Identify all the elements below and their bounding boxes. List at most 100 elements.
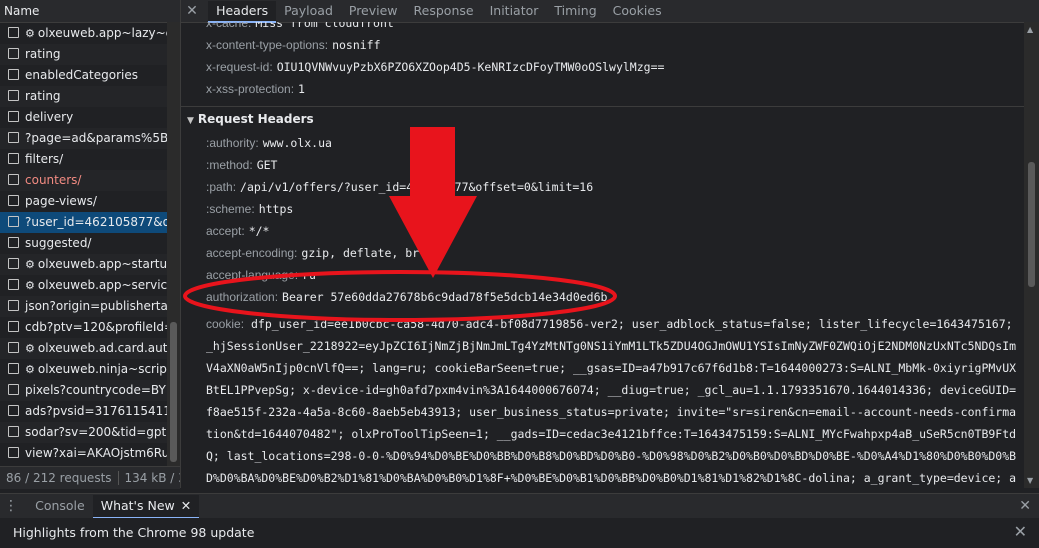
close-icon[interactable]: ✕ [181,0,203,22]
row-checkbox-icon [8,405,19,416]
request-row[interactable]: suggested/ [0,233,180,254]
tab-cookies[interactable]: Cookies [605,0,670,22]
row-checkbox-icon [8,300,19,311]
request-name: counters/ [25,173,82,187]
request-name: olxeuweb.app~serviceW [37,278,180,292]
request-row[interactable]: rating [0,86,180,107]
header-value: /api/v1/offers/?user_id=462105877&offset… [240,180,594,194]
header-row: :authority: www.olx.ua [206,132,1014,154]
whats-new-panel: Highlights from the Chrome 98 update ✕ [0,518,1039,548]
scrollbar-thumb[interactable] [1028,162,1035,287]
request-name: ?user_id=462105877&offs [25,215,180,229]
row-checkbox-icon [8,342,19,353]
headers-content: x-cache: Miss from cloudfront x-content-ty… [181,22,1024,488]
request-name: ads?pvsid=317611541149 [25,404,180,418]
tab-whats-new[interactable]: What's New ✕ [92,495,200,519]
header-name: :method: [206,158,253,172]
headers-scrollbar[interactable]: ▲ ▼ [1024,22,1039,488]
tab-payload[interactable]: Payload [276,0,341,22]
tab-timing[interactable]: Timing [546,0,604,22]
header-name: cookie: [206,317,245,331]
close-icon[interactable]: ✕ [181,498,191,513]
header-name: :path: [206,180,237,194]
close-icon[interactable]: ✕ [1019,494,1031,518]
header-value: dfp_user_id=ee1b0cbc-ca58-4d70-adc4-bf08… [206,317,1017,485]
row-checkbox-icon [8,258,19,269]
request-row[interactable]: cdb?ptv=120&profileId=1 [0,317,180,338]
scrollbar-thumb[interactable] [170,322,177,462]
header-name: x-xss-protection: [206,82,295,96]
header-row: x-xss-protection: 1 [206,78,1014,100]
request-row[interactable]: pixels?countrycode=BY [0,380,180,401]
tab-initiator[interactable]: Initiator [482,0,547,22]
request-row[interactable]: view?xai=AKAOjstm6RuXL [0,443,180,464]
request-list-panel: Name ⚙ olxeuweb.app~lazy~co... rating enabl… [0,0,181,488]
request-row[interactable]: ⚙ olxeuweb.app~startupL [0,254,180,275]
scroll-up-icon[interactable]: ▲ [1027,25,1033,34]
request-row[interactable]: ?page=ad&params%5Bad [0,128,180,149]
triangle-down-icon[interactable]: ▼ [187,109,194,133]
request-name: pixels?countrycode=BY [25,383,166,397]
request-name: delivery [25,110,74,124]
request-name: olxeuweb.ad.card.auton [37,341,180,355]
tab-console[interactable]: Console [27,494,93,518]
highlights-heading[interactable]: Highlights from the Chrome 98 update [13,525,254,540]
tab-preview[interactable]: Preview [341,0,406,22]
request-row[interactable]: ⚙ olxeuweb.ninja~script.5 [0,359,180,380]
gear-icon: ⚙ [25,258,35,271]
header-row: x-cache: Miss from cloudfront [206,22,1014,34]
transferred-size: 134 kB / 35 [124,471,180,485]
request-name: json?origin=publishertag& [25,299,180,313]
header-name: accept: [206,224,245,238]
request-row[interactable]: rating [0,44,180,65]
menu-icon[interactable]: ⋮ [0,494,22,518]
request-headers-label: Request Headers [197,112,314,126]
request-rows: ⚙ olxeuweb.app~lazy~co... rating enabledCat… [0,23,180,464]
header-value: Miss from cloudfront [255,22,394,30]
close-icon[interactable]: ✕ [1014,522,1027,541]
request-row[interactable]: ⚙ olxeuweb.ad.card.auton [0,338,180,359]
request-row[interactable]: ⚙ olxeuweb.app~serviceW [0,275,180,296]
tab-headers[interactable]: Headers [208,1,277,23]
row-checkbox-icon [8,237,19,248]
row-checkbox-icon [8,27,19,38]
drawer-tab-bar: ⋮ Console What's New ✕ ✕ [0,493,1039,519]
scroll-down-icon[interactable]: ▼ [1027,476,1033,485]
request-headers-section-title[interactable]: ▼ Request Headers [181,106,1024,131]
header-name: accept-language: [206,268,299,282]
request-row[interactable]: ⚙ olxeuweb.app~lazy~co... [0,23,180,44]
header-value: 1 [298,82,305,96]
row-checkbox-icon [8,90,19,101]
request-row[interactable]: counters/ [0,170,180,191]
name-column-header[interactable]: Name [0,0,180,23]
row-checkbox-icon [8,447,19,458]
header-name: authorization: [206,290,279,304]
request-name: rating [25,47,61,61]
header-row: :scheme: https [206,198,1014,220]
request-name: enabledCategories [25,68,138,82]
tab-response[interactable]: Response [406,0,482,22]
row-checkbox-icon [8,153,19,164]
header-name: x-content-type-options: [206,38,329,52]
request-name: rating [25,89,61,103]
gear-icon: ⚙ [25,279,35,292]
detail-tabs: ✕ Headers Payload Preview Response Initiator… [181,0,1039,23]
header-row: accept-language: ru [206,264,1014,286]
request-row[interactable]: sodar?sv=200&tid=gpt&t [0,422,180,443]
row-checkbox-icon [8,195,19,206]
request-row[interactable]: delivery [0,107,180,128]
request-name: page-views/ [25,194,97,208]
row-checkbox-icon [8,321,19,332]
cookie-header: cookie: dfp_user_id=ee1b0cbc-ca58-4d70-a… [206,313,1021,488]
request-list-scrollbar[interactable] [167,22,180,467]
gear-icon: ⚙ [25,363,35,376]
row-checkbox-icon [8,279,19,290]
request-row[interactable]: filters/ [0,149,180,170]
header-name: x-cache: [206,22,252,30]
request-row[interactable]: ads?pvsid=317611541149 [0,401,180,422]
row-checkbox-icon [8,363,19,374]
request-row[interactable]: json?origin=publishertag& [0,296,180,317]
request-row[interactable]: page-views/ [0,191,180,212]
request-row[interactable]: enabledCategories [0,65,180,86]
request-row[interactable]: ?user_id=462105877&offs [0,212,180,233]
